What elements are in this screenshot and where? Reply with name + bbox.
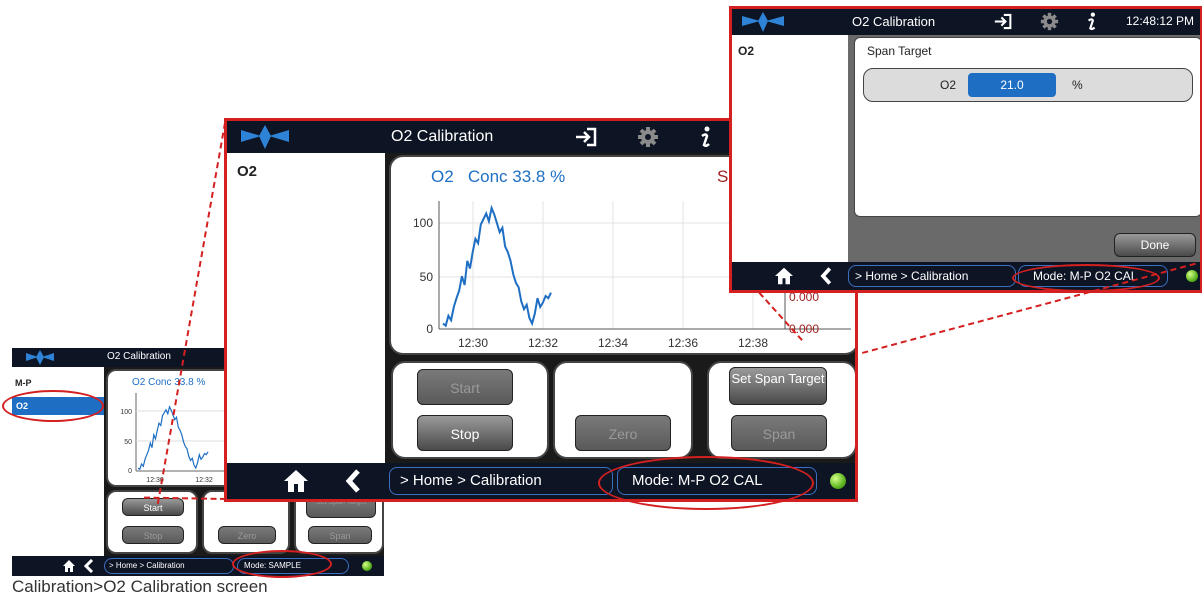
field-unit: %: [1072, 78, 1083, 92]
sidebar-item-o2[interactable]: O2: [227, 161, 385, 183]
field-label: O2: [940, 78, 957, 92]
x-tick-label: 12:36: [668, 336, 698, 350]
x-tick-label: 12:30: [458, 336, 488, 350]
span-box: Set Span Target Span: [707, 361, 855, 459]
logo-icon: [742, 12, 784, 32]
highlight-small-mode-ellipse: [232, 550, 332, 578]
back-icon[interactable]: [84, 559, 94, 573]
status-led: [362, 561, 372, 571]
section-title: Span Target: [867, 44, 932, 58]
breadcrumb[interactable]: > Home > Calibration: [104, 558, 234, 574]
sidebar-item-mp[interactable]: M-P: [12, 375, 104, 391]
y-tick-label: 100: [120, 409, 132, 416]
start-button[interactable]: Start: [417, 369, 513, 405]
sidebar-item-o2[interactable]: O2: [732, 41, 848, 61]
top-bar: O2 Calibration 12:48:12 PM: [732, 9, 1200, 35]
home-icon[interactable]: [62, 559, 76, 573]
sign-in-icon[interactable]: [994, 13, 1012, 30]
screen-title: O2 Calibration: [391, 128, 494, 145]
set-span-target-button[interactable]: Set Span Target: [729, 367, 827, 405]
y-tick-label: 50: [124, 439, 132, 446]
sidebar: O2: [227, 153, 385, 463]
sidebar: O2: [732, 35, 848, 265]
x-tick-label: 12:38: [738, 336, 768, 350]
screen-title: O2 Calibration: [107, 351, 171, 362]
start-button[interactable]: Start: [122, 498, 184, 516]
figure-caption: Calibration>O2 Calibration screen: [12, 577, 268, 596]
logo-icon: [241, 125, 289, 149]
series-line: [442, 204, 552, 328]
done-button[interactable]: Done: [1114, 233, 1196, 257]
back-icon[interactable]: [820, 266, 832, 286]
start-stop-box: Start Stop: [106, 490, 198, 554]
highlight-main-mode-ellipse: [598, 456, 814, 510]
y-tick-label: 0: [128, 468, 132, 475]
clock: 12:48:12 PM: [1126, 14, 1195, 28]
status-led: [1186, 270, 1198, 282]
x-tick-label: 12:34: [598, 336, 628, 350]
gear-icon[interactable]: [1040, 12, 1059, 31]
span-target-panel: Span Target O2 21.0 %: [854, 37, 1200, 217]
screen-title: O2 Calibration: [852, 14, 936, 29]
span-button[interactable]: Span: [308, 526, 372, 544]
stop-button[interactable]: Stop: [417, 415, 513, 451]
span-button[interactable]: Span: [731, 415, 827, 451]
home-icon[interactable]: [283, 469, 309, 493]
info-icon[interactable]: [699, 125, 713, 149]
breadcrumb[interactable]: > Home > Calibration: [848, 265, 1016, 287]
span-target-input[interactable]: 21.0: [968, 73, 1056, 97]
y-tick-label: 0: [426, 322, 433, 336]
x-tick-label: 12:32: [195, 477, 213, 484]
y-tick-label: 50: [420, 270, 434, 284]
span-target-row: O2 21.0 %: [863, 68, 1193, 102]
zero-box: Zero: [553, 361, 693, 459]
zero-button[interactable]: Zero: [218, 526, 276, 544]
stop-button[interactable]: Stop: [122, 526, 184, 544]
x-tick-label: 12:32: [528, 336, 558, 350]
zero-button[interactable]: Zero: [575, 415, 671, 451]
back-icon[interactable]: [345, 469, 361, 493]
logo-icon: [26, 350, 54, 365]
breadcrumb[interactable]: > Home > Calibration: [389, 467, 613, 495]
info-icon[interactable]: [1086, 11, 1098, 32]
status-led: [830, 473, 846, 489]
highlight-o2-ellipse: [2, 390, 104, 422]
span-target-screen: O2 Calibration 12:48:12 PM O2 Span Targe…: [729, 6, 1202, 293]
start-stop-box: Start Stop: [391, 361, 549, 459]
sign-in-icon[interactable]: [575, 127, 597, 147]
home-icon[interactable]: [774, 267, 794, 285]
y-tick-label: 100: [413, 216, 433, 230]
gear-icon[interactable]: [637, 126, 659, 148]
